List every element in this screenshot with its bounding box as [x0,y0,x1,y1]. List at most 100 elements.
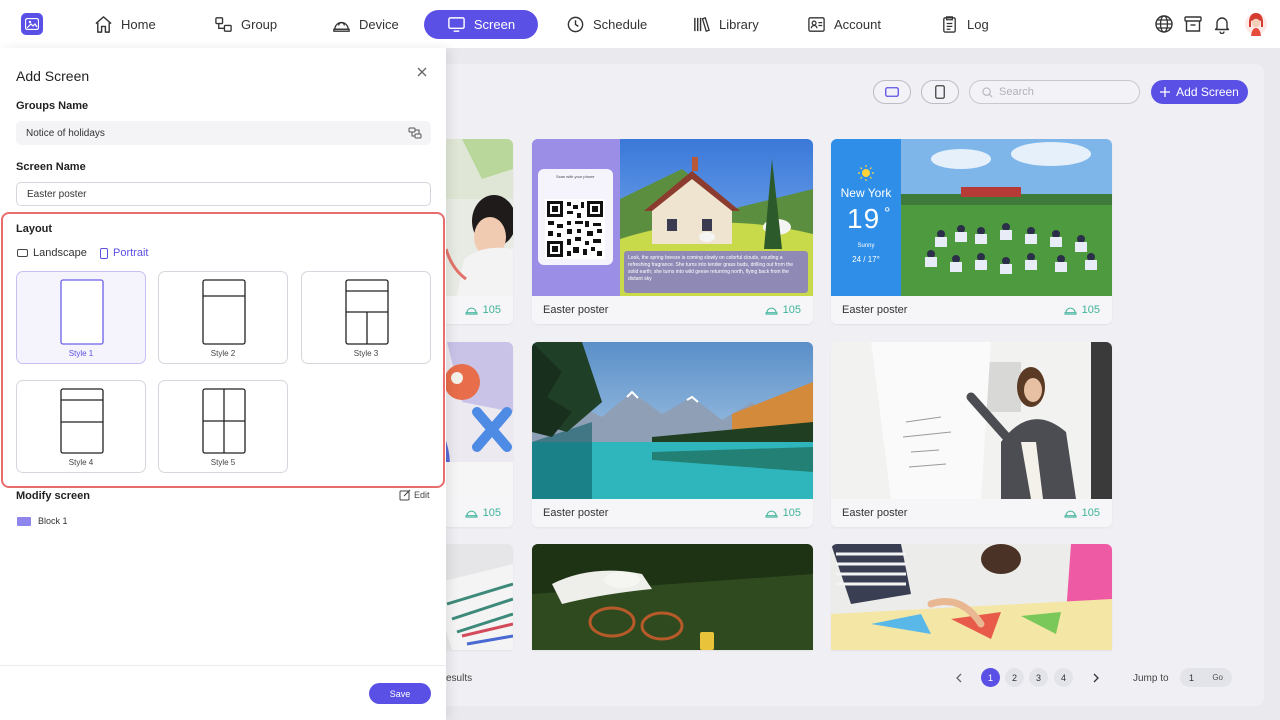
layout-style-4[interactable]: Style 4 [16,380,146,473]
style-label: Style 4 [68,458,94,467]
card-thumbnail [532,544,813,650]
nav-home[interactable]: Home [78,10,172,39]
nav-group[interactable]: Group [198,10,293,39]
jump-to-input[interactable]: 1 Go [1180,668,1232,687]
page-1[interactable]: 1 [981,668,1000,687]
style-4-preview-icon [60,388,104,454]
style-label: Style 2 [210,349,236,358]
nav-library[interactable]: Library [676,10,775,39]
nav-account-label: Account [834,17,881,32]
landscape-icon [885,87,899,97]
search-input[interactable]: Search [969,80,1140,104]
panel-divider [0,665,446,666]
card-footer: Easter poster 105 [831,296,1112,324]
landscape-option[interactable]: Landscape [17,247,87,259]
page-2[interactable]: 2 [1005,668,1024,687]
chevron-right-icon[interactable] [1092,673,1100,683]
card-footer: Easter poster 105 [831,499,1112,527]
screen-icon [448,17,465,32]
nav-schedule-label: Schedule [593,17,648,32]
nav-screen-label: Screen [473,17,516,32]
block-color-swatch [17,516,31,526]
device-icon [765,510,778,518]
card-count: 105 [1081,507,1100,519]
screen-card[interactable]: New York 19 ° Sunny 24 / 17° Easter post… [831,139,1112,324]
chevron-left-icon[interactable] [955,673,963,683]
layout-style-3[interactable]: Style 3 [301,271,431,364]
screen-name-value: Easter poster [27,188,87,200]
group-select-icon[interactable] [408,127,422,139]
style-2-preview-icon [202,279,246,345]
portrait-filter-button[interactable] [921,80,959,104]
screen-card[interactable]: Easter poster 105 [831,342,1112,527]
screen-card[interactable]: Scan with your phone Look, the spring br… [532,139,813,324]
device-icon [765,307,778,315]
card-thumbnail [532,342,813,499]
plus-icon [1160,87,1171,97]
screen-card[interactable] [532,544,813,650]
edit-icon [399,489,411,501]
add-screen-button[interactable]: Add Screen [1151,80,1248,104]
nav-home-label: Home [121,17,156,32]
close-icon[interactable] [415,65,429,79]
log-icon [943,16,956,33]
add-screen-panel: Add Screen Groups Name Notice of holiday… [0,48,446,720]
layout-style-1[interactable]: Style 1 [16,271,146,364]
poster-caption: Look, the spring breeze is coming slowly… [628,255,794,282]
results-count: esults [446,672,473,684]
avatar[interactable] [1244,11,1268,37]
nav-screen[interactable]: Screen [424,10,538,39]
card-count: 105 [482,304,501,316]
weather-city: New York [840,186,892,200]
layout-style-5[interactable]: Style 5 [158,380,288,473]
block-item[interactable]: Block 1 [17,516,68,526]
page-4[interactable]: 4 [1054,668,1073,687]
style-3-preview-icon [345,279,389,345]
save-button[interactable]: Save [369,683,431,704]
card-footer: Easter poster 105 [532,499,813,527]
block-label: Block 1 [38,516,68,526]
archive-icon[interactable] [1183,14,1203,34]
landscape-label: Landscape [33,247,87,259]
home-icon [95,16,112,33]
style-1-preview-icon [60,279,104,345]
edit-label: Edit [414,490,430,500]
device-icon [465,307,478,315]
add-screen-label: Add Screen [1176,85,1239,99]
portrait-option[interactable]: Portrait [100,247,148,259]
nav-schedule[interactable]: Schedule [550,10,663,39]
screen-card[interactable]: Easter poster 105 [532,342,813,527]
nav-log[interactable]: Log [924,10,1005,39]
weather-unit: ° [884,205,891,222]
screen-card[interactable] [831,544,1112,650]
card-count: 105 [782,304,801,316]
nav-log-label: Log [967,17,989,32]
card-footer: Easter poster 105 [532,296,813,324]
clock-icon [567,16,584,33]
weather-condition: Sunny [857,243,875,249]
device-icon [333,21,350,32]
card-thumbnail [831,544,1112,650]
nav-account[interactable]: Account [791,10,897,39]
page-3[interactable]: 3 [1029,668,1048,687]
style-5-preview-icon [202,388,246,454]
nav-device[interactable]: Device [316,10,415,39]
landscape-filter-button[interactable] [873,80,911,104]
card-name: Easter poster [842,507,908,519]
group-icon [215,17,232,32]
groups-name-field[interactable]: Notice of holidays [16,121,431,145]
jump-value[interactable]: 1 [1189,673,1194,683]
edit-button[interactable]: Edit [399,489,430,501]
app-logo-icon[interactable] [21,13,43,35]
card-thumbnail [831,342,1112,499]
card-name: Easter poster [842,304,908,316]
globe-icon[interactable] [1154,14,1174,34]
bell-icon[interactable] [1212,14,1232,34]
search-placeholder: Search [999,86,1034,98]
search-icon [982,86,993,98]
card-name: Easter poster [543,507,609,519]
groups-name-value: Notice of holidays [26,127,105,139]
screen-name-field[interactable]: Easter poster [16,182,431,206]
go-button[interactable]: Go [1212,673,1223,682]
layout-style-2[interactable]: Style 2 [158,271,288,364]
